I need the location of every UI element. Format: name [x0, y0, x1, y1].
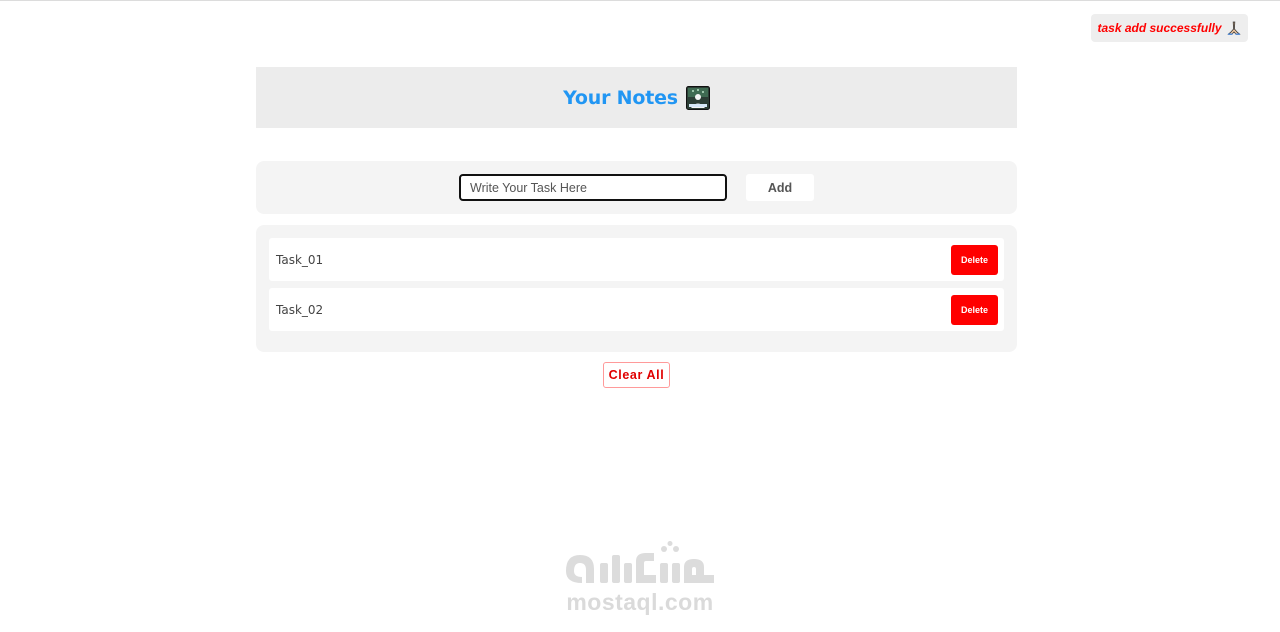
add-button[interactable]: Add: [746, 174, 814, 201]
clear-all-button[interactable]: Clear All: [603, 362, 670, 388]
task-text: Task_02: [276, 302, 324, 317]
task-text: Task_01: [276, 252, 324, 267]
notes-icon: [685, 85, 710, 110]
folded-hands-icon: [1226, 20, 1242, 36]
task-input-panel: Add: [256, 161, 1017, 214]
task-row: Task_01 Delete: [269, 238, 1004, 281]
task-list: Task_01 Delete Task_02 Delete: [256, 225, 1017, 352]
task-row: Task_02 Delete: [269, 288, 1004, 331]
delete-button[interactable]: Delete: [951, 295, 998, 325]
toast-message: task add successfully: [1097, 21, 1222, 35]
mostaql-logo: [566, 541, 714, 583]
toast-notification: task add successfully: [1091, 14, 1248, 42]
notes-header: Your Notes: [256, 67, 1017, 128]
mostaql-watermark: mostaql.com: [540, 541, 740, 625]
page-title: Your Notes: [563, 86, 678, 109]
task-input[interactable]: [459, 174, 727, 201]
watermark-site: mostaql.com: [566, 589, 714, 615]
delete-button[interactable]: Delete: [951, 245, 998, 275]
